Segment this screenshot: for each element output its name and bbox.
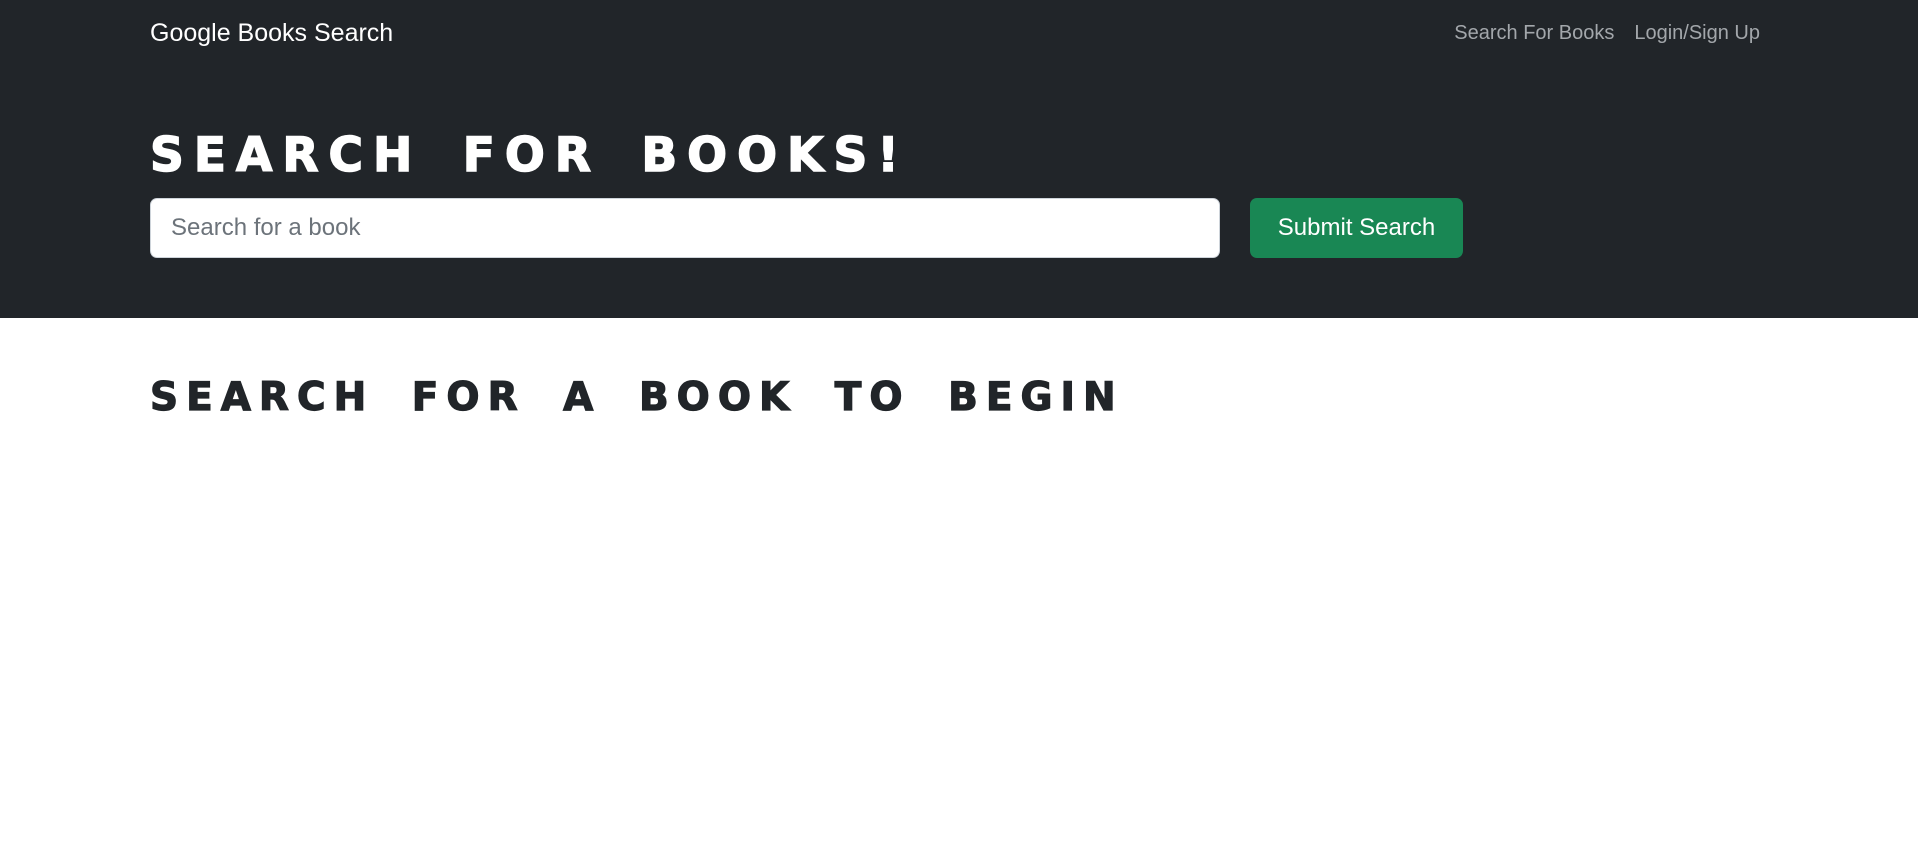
results-heading: SEARCH FOR A BOOK TO BEGIN <box>149 374 1124 420</box>
brand-link[interactable]: Google Books Search <box>150 17 393 49</box>
search-input[interactable] <box>150 198 1220 258</box>
page-title: SEARCH FOR BOOKS! <box>149 127 909 184</box>
top-header: Google Books Search Search For Books Log… <box>0 0 1918 318</box>
nav-links: Search For Books Login/Sign Up <box>1454 20 1760 46</box>
submit-search-button[interactable]: Submit Search <box>1250 198 1463 258</box>
nav-link-search-for-books[interactable]: Search For Books <box>1454 20 1614 46</box>
nav-link-login-sign-up[interactable]: Login/Sign Up <box>1634 20 1760 46</box>
